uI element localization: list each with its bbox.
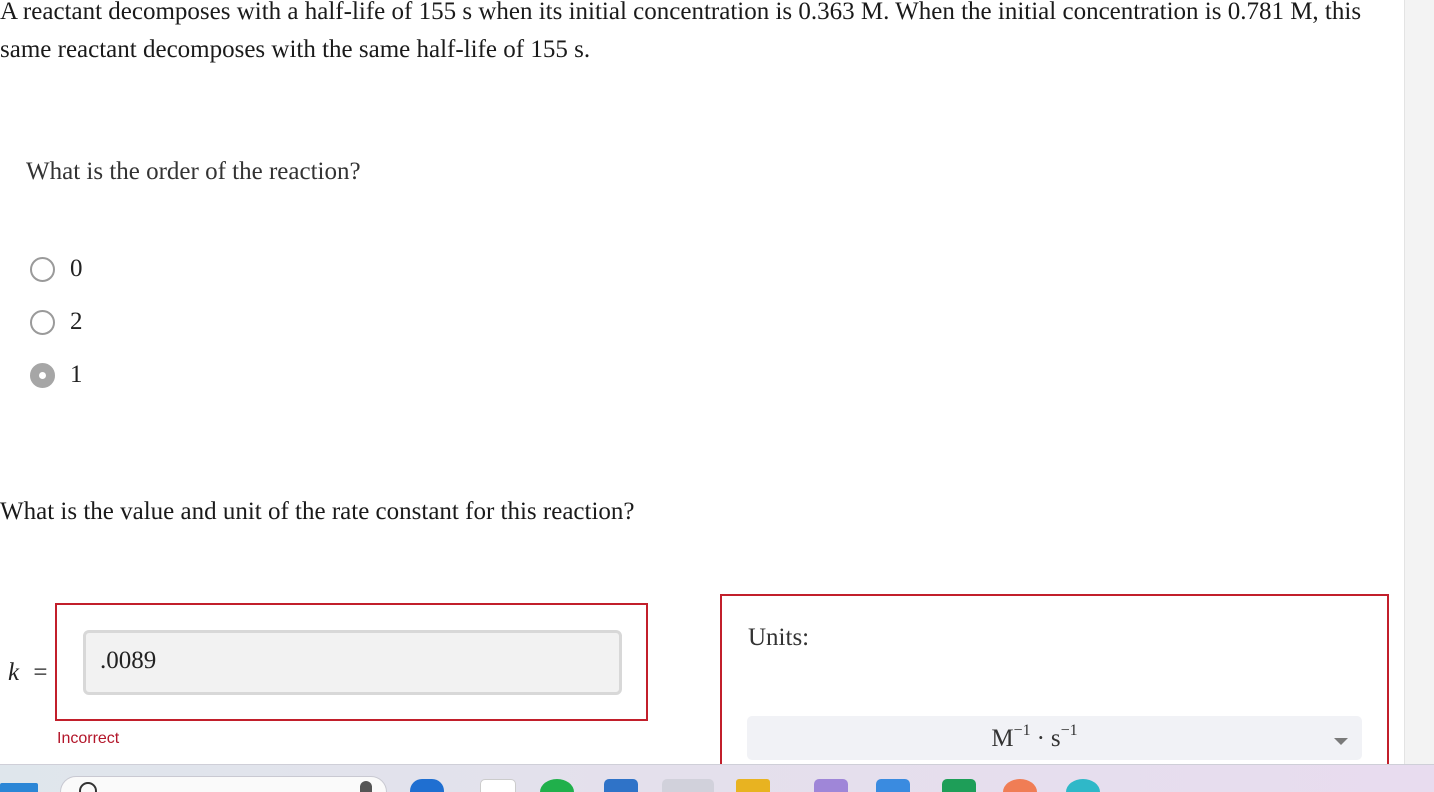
vscode-icon[interactable]: [876, 779, 910, 792]
units-answer-box: Units: M−1 · s−1: [720, 594, 1389, 764]
unit-base-m: M: [991, 725, 1014, 752]
sheets-icon[interactable]: [942, 779, 976, 792]
question-rate-constant-prompt: What is the value and unit of the rate c…: [0, 498, 635, 525]
k-equals-label: k =: [8, 659, 47, 687]
widgets-icon[interactable]: [360, 781, 372, 792]
taskbar-search-box[interactable]: [60, 776, 387, 792]
mail-icon[interactable]: [604, 779, 638, 792]
unit-base-s: s: [1050, 725, 1061, 752]
equals-sign: =: [33, 659, 48, 686]
question-order-prompt: What is the order of the reaction?: [26, 158, 361, 185]
chat-icon[interactable]: [480, 779, 516, 792]
rate-constant-answer-box: [55, 603, 648, 721]
radio-button-selected[interactable]: [30, 362, 55, 388]
taskbar: [0, 764, 1434, 792]
question-page: A reactant decomposes with a half-life o…: [0, 0, 1404, 764]
units-selected-value: M−1 · s−1: [747, 722, 1322, 753]
photos-icon[interactable]: [814, 779, 848, 792]
chrome-icon[interactable]: [662, 779, 714, 792]
order-option-1[interactable]: 1: [30, 359, 83, 391]
rate-constant-input[interactable]: [83, 630, 622, 695]
vertical-scrollbar[interactable]: [1404, 0, 1434, 764]
k-symbol: k: [8, 659, 20, 686]
order-option-0[interactable]: 0: [30, 253, 83, 285]
order-option-2[interactable]: 2: [30, 306, 83, 338]
feedback-incorrect: Incorrect: [57, 730, 120, 747]
option-label: 0: [70, 255, 83, 282]
spotify-icon[interactable]: [540, 779, 574, 792]
unit-exponent: −1: [1060, 722, 1078, 739]
option-label: 1: [70, 361, 83, 388]
file-explorer-icon[interactable]: [736, 779, 770, 792]
chevron-down-icon[interactable]: [1334, 738, 1348, 745]
browser-icon[interactable]: [410, 779, 444, 792]
option-label: 2: [70, 308, 83, 335]
units-label: Units:: [748, 624, 810, 651]
radio-button[interactable]: [30, 309, 55, 335]
app-icon[interactable]: [1003, 779, 1037, 792]
unit-separator: ·: [1036, 725, 1045, 752]
unit-exponent: −1: [1013, 722, 1031, 739]
edge-icon[interactable]: [1066, 779, 1100, 792]
problem-statement: A reactant decomposes with a half-life o…: [0, 0, 1362, 63]
units-dropdown[interactable]: M−1 · s−1: [747, 716, 1362, 760]
radio-button[interactable]: [30, 256, 55, 282]
